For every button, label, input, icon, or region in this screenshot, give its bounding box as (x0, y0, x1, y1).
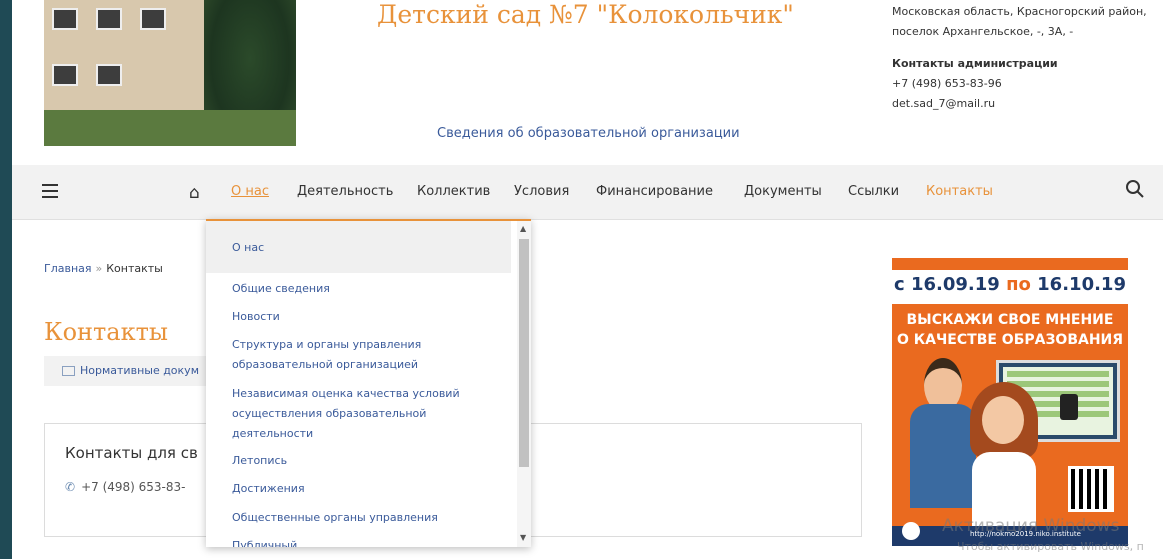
about-dropdown-menu: О нас Общие сведения Новости Структура и… (206, 219, 531, 547)
grass-image (44, 110, 296, 146)
card-heading: Контакты для св (65, 444, 198, 462)
banner-date-to: 16.10.19 (1037, 274, 1126, 295)
dropdown-item-public-bodies[interactable]: Общественные органы управления (232, 508, 492, 528)
scroll-up-icon[interactable]: ▲ (520, 224, 526, 233)
banner-dates: с 16.09.19 по 16.10.19 (892, 274, 1128, 295)
banner-date-po: по (1006, 274, 1031, 295)
banner-slogan-line2: О КАЧЕСТВЕ ОБРАЗОВАНИЯ (896, 332, 1124, 348)
scroll-down-icon[interactable]: ▼ (520, 533, 526, 542)
dropdown-header[interactable]: О нас (206, 221, 511, 273)
dropdown-item-achievements[interactable]: Достижения (232, 479, 492, 499)
normative-docs-label: Нормативные докум (80, 364, 199, 377)
survey-banner[interactable]: с 16.09.19 по 16.10.19 ВЫСКАЖИ СВОЕ МНЕН… (892, 258, 1128, 546)
nav-item-conditions[interactable]: Условия (514, 184, 569, 199)
page-title: Контакты (44, 318, 168, 346)
phone-icon: ✆ (65, 480, 76, 494)
header-contacts: Московская область, Красногорский район,… (892, 2, 1152, 114)
dropdown-item-structure[interactable]: Структура и органы управления образовате… (232, 335, 492, 375)
page: Детский сад №7 "Колокольчик" Сведения об… (12, 0, 1163, 559)
nav-item-finance[interactable]: Финансирование (596, 184, 713, 199)
site-title[interactable]: Детский сад №7 "Колокольчик" (377, 0, 794, 29)
search-icon[interactable] (1125, 179, 1145, 199)
woman-illustration (966, 382, 1042, 532)
home-icon[interactable]: ⌂ (189, 183, 200, 203)
dropdown-item-partial[interactable]: Публичный... (232, 536, 492, 547)
dropdown-item-news[interactable]: Новости (232, 307, 492, 327)
nav-item-documents[interactable]: Документы (744, 184, 822, 199)
breadcrumb-home[interactable]: Главная (44, 262, 92, 275)
banner-slogan-line1: ВЫСКАЖИ СВОЕ МНЕНИЕ (906, 312, 1114, 328)
phone-text: +7 (498) 653-83-96 (892, 77, 1002, 90)
dropdown-item-chronicle[interactable]: Летопись (232, 451, 492, 471)
contacts-heading: Контакты администрации (892, 57, 1058, 70)
normative-docs-link[interactable]: Нормативные докум (44, 356, 224, 386)
tablet-illustration (1060, 394, 1078, 420)
windows-activation-watermark: Активация Windows (942, 516, 1120, 536)
dropdown-item-quality[interactable]: Независимая оценка качества условий осущ… (232, 384, 492, 444)
banner-slogan: ВЫСКАЖИ СВОЕ МНЕНИЕ О КАЧЕСТВЕ ОБРАЗОВАН… (892, 310, 1128, 350)
nav-item-activity[interactable]: Деятельность (297, 184, 393, 199)
info-link[interactable]: Сведения об образовательной организации (437, 126, 740, 141)
windows-activation-hint: Чтобы активировать Windows, п (957, 540, 1144, 553)
main-nav: ⌂ О нас Деятельность Коллектив Условия Ф… (12, 165, 1163, 220)
folder-icon (62, 366, 75, 376)
banner-logo-icon (902, 522, 920, 540)
breadcrumb: Главная» Контакты (44, 262, 163, 275)
address-text: Московская область, Красногорский район,… (892, 5, 1147, 38)
dropdown-scrollbar[interactable]: ▲ ▼ (517, 221, 531, 547)
breadcrumb-separator: » (95, 262, 103, 275)
kindergarten-photo (44, 0, 296, 146)
qr-code (1068, 466, 1114, 512)
menu-icon[interactable] (42, 184, 58, 198)
dropdown-item-general[interactable]: Общие сведения (232, 279, 492, 299)
nav-item-links[interactable]: Ссылки (848, 184, 899, 199)
nav-item-contacts[interactable]: Контакты (926, 184, 993, 199)
nav-item-about[interactable]: О нас (231, 184, 269, 199)
nav-item-staff[interactable]: Коллектив (417, 184, 490, 199)
scrollbar-thumb[interactable] (519, 239, 529, 467)
card-phone-text: +7 (498) 653-83- (81, 480, 186, 494)
banner-date-from: с 16.09.19 (894, 274, 1000, 295)
email-link[interactable]: det.sad_7@mail.ru (892, 94, 1152, 114)
breadcrumb-current: Контакты (106, 262, 163, 275)
dropdown-header-label: О нас (232, 241, 265, 254)
building-image (44, 0, 204, 120)
card-phone: ✆ +7 (498) 653-83- (65, 480, 185, 494)
